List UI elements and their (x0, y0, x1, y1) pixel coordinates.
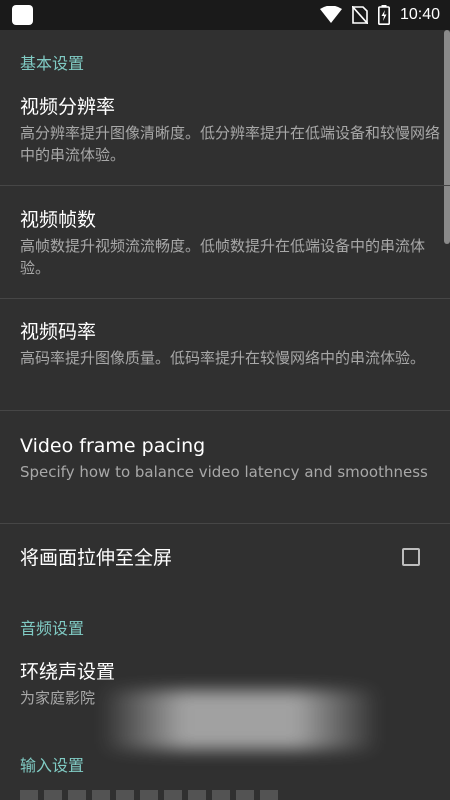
pref-video-frame-pacing[interactable]: Video frame pacing Specify how to balanc… (0, 433, 450, 483)
no-sim-icon (351, 6, 368, 24)
status-bar: 10:40 (0, 0, 450, 30)
section-header-input: 输入设置 (20, 756, 85, 775)
pref-stretch-fullscreen[interactable]: 将画面拉伸至全屏 (0, 545, 450, 571)
divider (0, 410, 450, 411)
pref-title: 视频帧数 (20, 209, 97, 231)
pref-video-fps[interactable]: 视频帧数 高帧数提升视频流流畅度。低帧数提升在低端设备中的串流体验。 (0, 207, 450, 279)
pref-summary: 高分辨率提升图像清晰度。低分辨率提升在低端设备和较慢网络中的串流体验。 (20, 124, 441, 164)
pref-video-bitrate[interactable]: 视频码率 高码率提升图像质量。低码率提升在较慢网络中的串流体验。 (0, 319, 450, 369)
settings-list[interactable]: 基本设置 视频分辨率 高分辨率提升图像清晰度。低分辨率提升在低端设备和较慢网络中… (0, 30, 450, 800)
section-header-basic: 基本设置 (20, 54, 85, 73)
obscured-overlay (100, 690, 380, 750)
pref-title: 视频分辨率 (20, 96, 116, 118)
status-icons: 10:40 (319, 0, 440, 30)
divider (0, 523, 450, 524)
pref-summary: 高帧数提升视频流流畅度。低帧数提升在低端设备中的串流体验。 (20, 237, 426, 277)
pref-title: Video frame pacing (20, 435, 206, 457)
pref-title: 视频码率 (20, 321, 97, 343)
pref-summary: Specify how to balance video latency and… (20, 463, 428, 481)
pref-video-resolution[interactable]: 视频分辨率 高分辨率提升图像清晰度。低分辨率提升在低端设备和较慢网络中的串流体验… (0, 94, 450, 166)
pref-title: 将画面拉伸至全屏 (20, 547, 173, 569)
section-header-audio: 音频设置 (20, 619, 85, 638)
battery-charging-icon (377, 5, 390, 25)
divider (0, 298, 450, 299)
pref-summary: 高码率提升图像质量。低码率提升在较慢网络中的串流体验。 (20, 349, 426, 367)
wifi-icon (319, 6, 342, 23)
divider (0, 185, 450, 186)
stretch-checkbox[interactable] (402, 548, 420, 566)
cut-off-row (20, 790, 280, 800)
app-notification-icon (12, 5, 33, 25)
status-time: 10:40 (399, 6, 440, 23)
pref-title: 环绕声设置 (20, 661, 116, 683)
